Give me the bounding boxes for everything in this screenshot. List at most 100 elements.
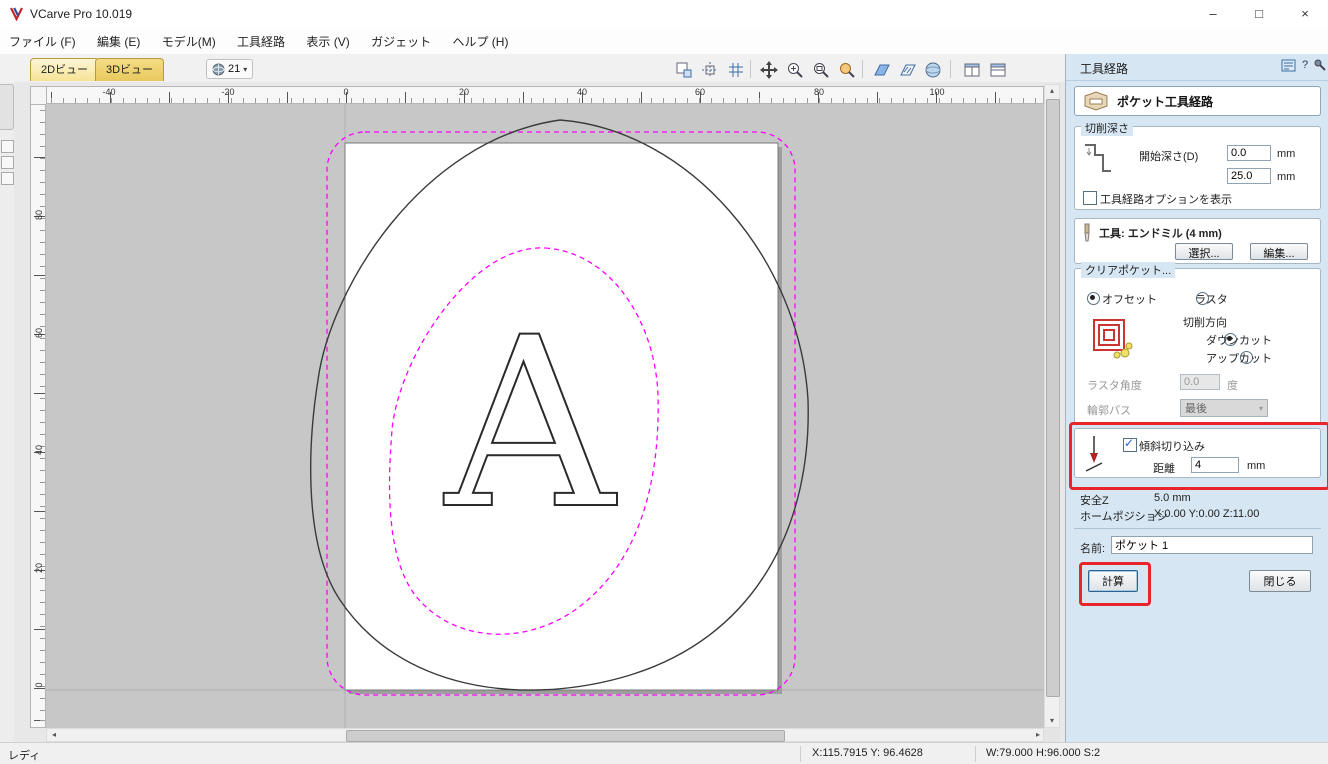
- close-panel-button[interactable]: 閉じる: [1249, 570, 1311, 592]
- pin-icon[interactable]: [1314, 59, 1326, 74]
- ruler-label: 80: [34, 208, 44, 222]
- menu-item-toolpaths[interactable]: 工具経路: [228, 28, 294, 55]
- menu-bar: ファイル (F) 編集 (E) モデル(M) 工具経路 表示 (V) ガジェット…: [0, 28, 1328, 55]
- start-depth-input[interactable]: [1227, 145, 1271, 161]
- help-icon[interactable]: ?: [1302, 59, 1308, 71]
- draw-toolpath-glyph: [898, 61, 916, 79]
- horizontal-scrollbar[interactable]: ◂ ▸: [46, 728, 1044, 742]
- show-toolpath-options-label: 工具経路オプションを表示: [1100, 191, 1232, 207]
- snap-guides-glyph: [701, 61, 719, 79]
- offset-strategy-glyph: [1091, 317, 1135, 361]
- toolpath-list-icon[interactable]: [1281, 59, 1296, 75]
- tool-select-button[interactable]: 選択...: [1175, 243, 1233, 260]
- draw-toolpath-icon[interactable]: [895, 58, 919, 82]
- left-strip-icon[interactable]: [1, 140, 14, 153]
- snap-grid-icon[interactable]: [724, 58, 748, 82]
- ruler-label: 0: [34, 678, 44, 692]
- drawing-canvas[interactable]: A: [46, 104, 1044, 728]
- cut-depth-group: 切削深さ 開始深さ(D) mm mm 工具経路オプションを表示: [1074, 126, 1321, 210]
- menu-item-gadgets[interactable]: ガジェット: [362, 28, 440, 55]
- upcut-radio-label: アップカット: [1206, 350, 1272, 366]
- tile-vertical-icon[interactable]: [986, 58, 1010, 82]
- zoom-in-glyph: [786, 61, 804, 79]
- zoom-box-icon[interactable]: [809, 58, 833, 82]
- menu-item-help[interactable]: ヘルプ (H): [443, 28, 517, 55]
- horizontal-ruler[interactable]: -40 -20 0 20 40 60 80 100: [46, 86, 1044, 104]
- vertical-scroll-thumb[interactable]: [1046, 99, 1060, 697]
- app-logo-glyph: [9, 6, 24, 21]
- home-position-value: X:0.00 Y:0.00 Z:11.00: [1154, 508, 1259, 520]
- selection-dimensions: W:79.000 H:96.000 S:2: [986, 747, 1100, 759]
- zoom-selection-icon[interactable]: [835, 58, 859, 82]
- layer-selector[interactable]: 21 ▾: [206, 59, 253, 79]
- scroll-right-arrow-icon[interactable]: ▸: [1031, 729, 1045, 741]
- raster-radio-label: ラスタ: [1195, 291, 1228, 307]
- zoom-in-icon[interactable]: [783, 58, 807, 82]
- shade-toolpath-glyph: [872, 61, 890, 79]
- minimize-button[interactable]: –: [1190, 0, 1236, 28]
- ramp-plunge-checkbox[interactable]: [1123, 438, 1137, 452]
- toolbar-separator: [862, 60, 863, 78]
- vertical-ruler[interactable]: 80 60 40 20 0: [30, 104, 46, 728]
- raster-angle-input: [1180, 374, 1220, 390]
- tool-name-label: 工具: エンドミル (4 mm): [1099, 225, 1222, 241]
- scroll-down-arrow-icon[interactable]: ▾: [1045, 715, 1059, 727]
- tab-3d-view[interactable]: 3Dビュー: [95, 58, 164, 81]
- tool-edit-button[interactable]: 編集...: [1250, 243, 1308, 260]
- start-depth-label: 開始深さ(D): [1139, 148, 1198, 164]
- ruler-label: 20: [34, 561, 44, 575]
- pocket-toolpath-icon: [1083, 90, 1109, 112]
- ramp-plunge-icon: [1083, 434, 1105, 477]
- canvas-drawing: A: [46, 104, 1044, 728]
- clear-pocket-group-label: クリアポケット...: [1081, 262, 1175, 278]
- cut-depth-input[interactable]: [1227, 168, 1271, 184]
- profile-pass-select: 最後 ▾: [1180, 399, 1268, 417]
- shade-toolpath-icon[interactable]: [869, 58, 893, 82]
- vertical-scrollbar[interactable]: ▴ ▾: [1044, 84, 1060, 728]
- left-panel-tab[interactable]: [0, 84, 14, 130]
- app-window: VCarve Pro 10.019 – □ × ファイル (F) 編集 (E) …: [0, 0, 1328, 764]
- safe-z-label: 安全Z: [1080, 492, 1109, 508]
- snap-grid-glyph: [727, 61, 745, 79]
- menu-item-view[interactable]: 表示 (V): [297, 28, 358, 55]
- scroll-up-arrow-icon[interactable]: ▴: [1045, 85, 1059, 97]
- ramp-distance-unit: mm: [1247, 460, 1265, 472]
- maximize-button[interactable]: □: [1236, 0, 1282, 28]
- ramp-distance-input[interactable]: [1191, 457, 1239, 473]
- ruler-label: 20: [459, 87, 469, 97]
- offset-radio[interactable]: [1087, 292, 1100, 305]
- tile-horizontal-icon[interactable]: [960, 58, 984, 82]
- calculate-button[interactable]: 計算: [1088, 570, 1138, 592]
- tab-2d-view[interactable]: 2Dビュー: [30, 58, 99, 81]
- profile-pass-caret-icon: ▾: [1259, 404, 1263, 413]
- left-strip-icon[interactable]: [1, 156, 14, 169]
- layer-count: 21: [228, 63, 240, 75]
- simulation-icon[interactable]: [921, 58, 945, 82]
- snap-objects-icon[interactable]: [672, 58, 696, 82]
- raster-angle-unit: 度: [1227, 377, 1238, 393]
- cut-direction-label: 切削方向: [1183, 314, 1227, 330]
- menu-item-file[interactable]: ファイル (F): [0, 28, 85, 55]
- menu-item-edit[interactable]: 編集 (E): [88, 28, 149, 55]
- zoom-box-glyph: [812, 61, 830, 79]
- left-strip-icon[interactable]: [1, 172, 14, 185]
- toolpath-name-input[interactable]: [1111, 536, 1313, 554]
- snap-guides-icon[interactable]: [698, 58, 722, 82]
- work-area: -40 -20 0 20 40 60 80 100 80 60 40 20 0: [14, 82, 1065, 742]
- show-toolpath-options-checkbox[interactable]: [1083, 191, 1097, 205]
- ramp-plunge-label: 傾斜切り込み: [1139, 438, 1205, 454]
- pan-glyph: [760, 61, 778, 79]
- menu-item-model[interactable]: モデル(M): [153, 28, 225, 55]
- ramp-plunge-glyph: [1083, 434, 1105, 474]
- letter-vector[interactable]: A: [443, 288, 617, 561]
- pocket-toolpath-title: ポケット工具経路: [1117, 93, 1213, 110]
- panel-title: 工具経路: [1080, 60, 1128, 77]
- cut-depth-glyph: [1083, 139, 1113, 179]
- statusbar-separator: [975, 746, 976, 762]
- layer-caret-icon: ▾: [243, 65, 247, 74]
- end-mill-glyph: [1081, 223, 1093, 243]
- close-button[interactable]: ×: [1282, 0, 1328, 28]
- horizontal-scroll-thumb[interactable]: [346, 730, 785, 742]
- pan-icon[interactable]: [757, 58, 781, 82]
- scroll-left-arrow-icon[interactable]: ◂: [47, 729, 61, 741]
